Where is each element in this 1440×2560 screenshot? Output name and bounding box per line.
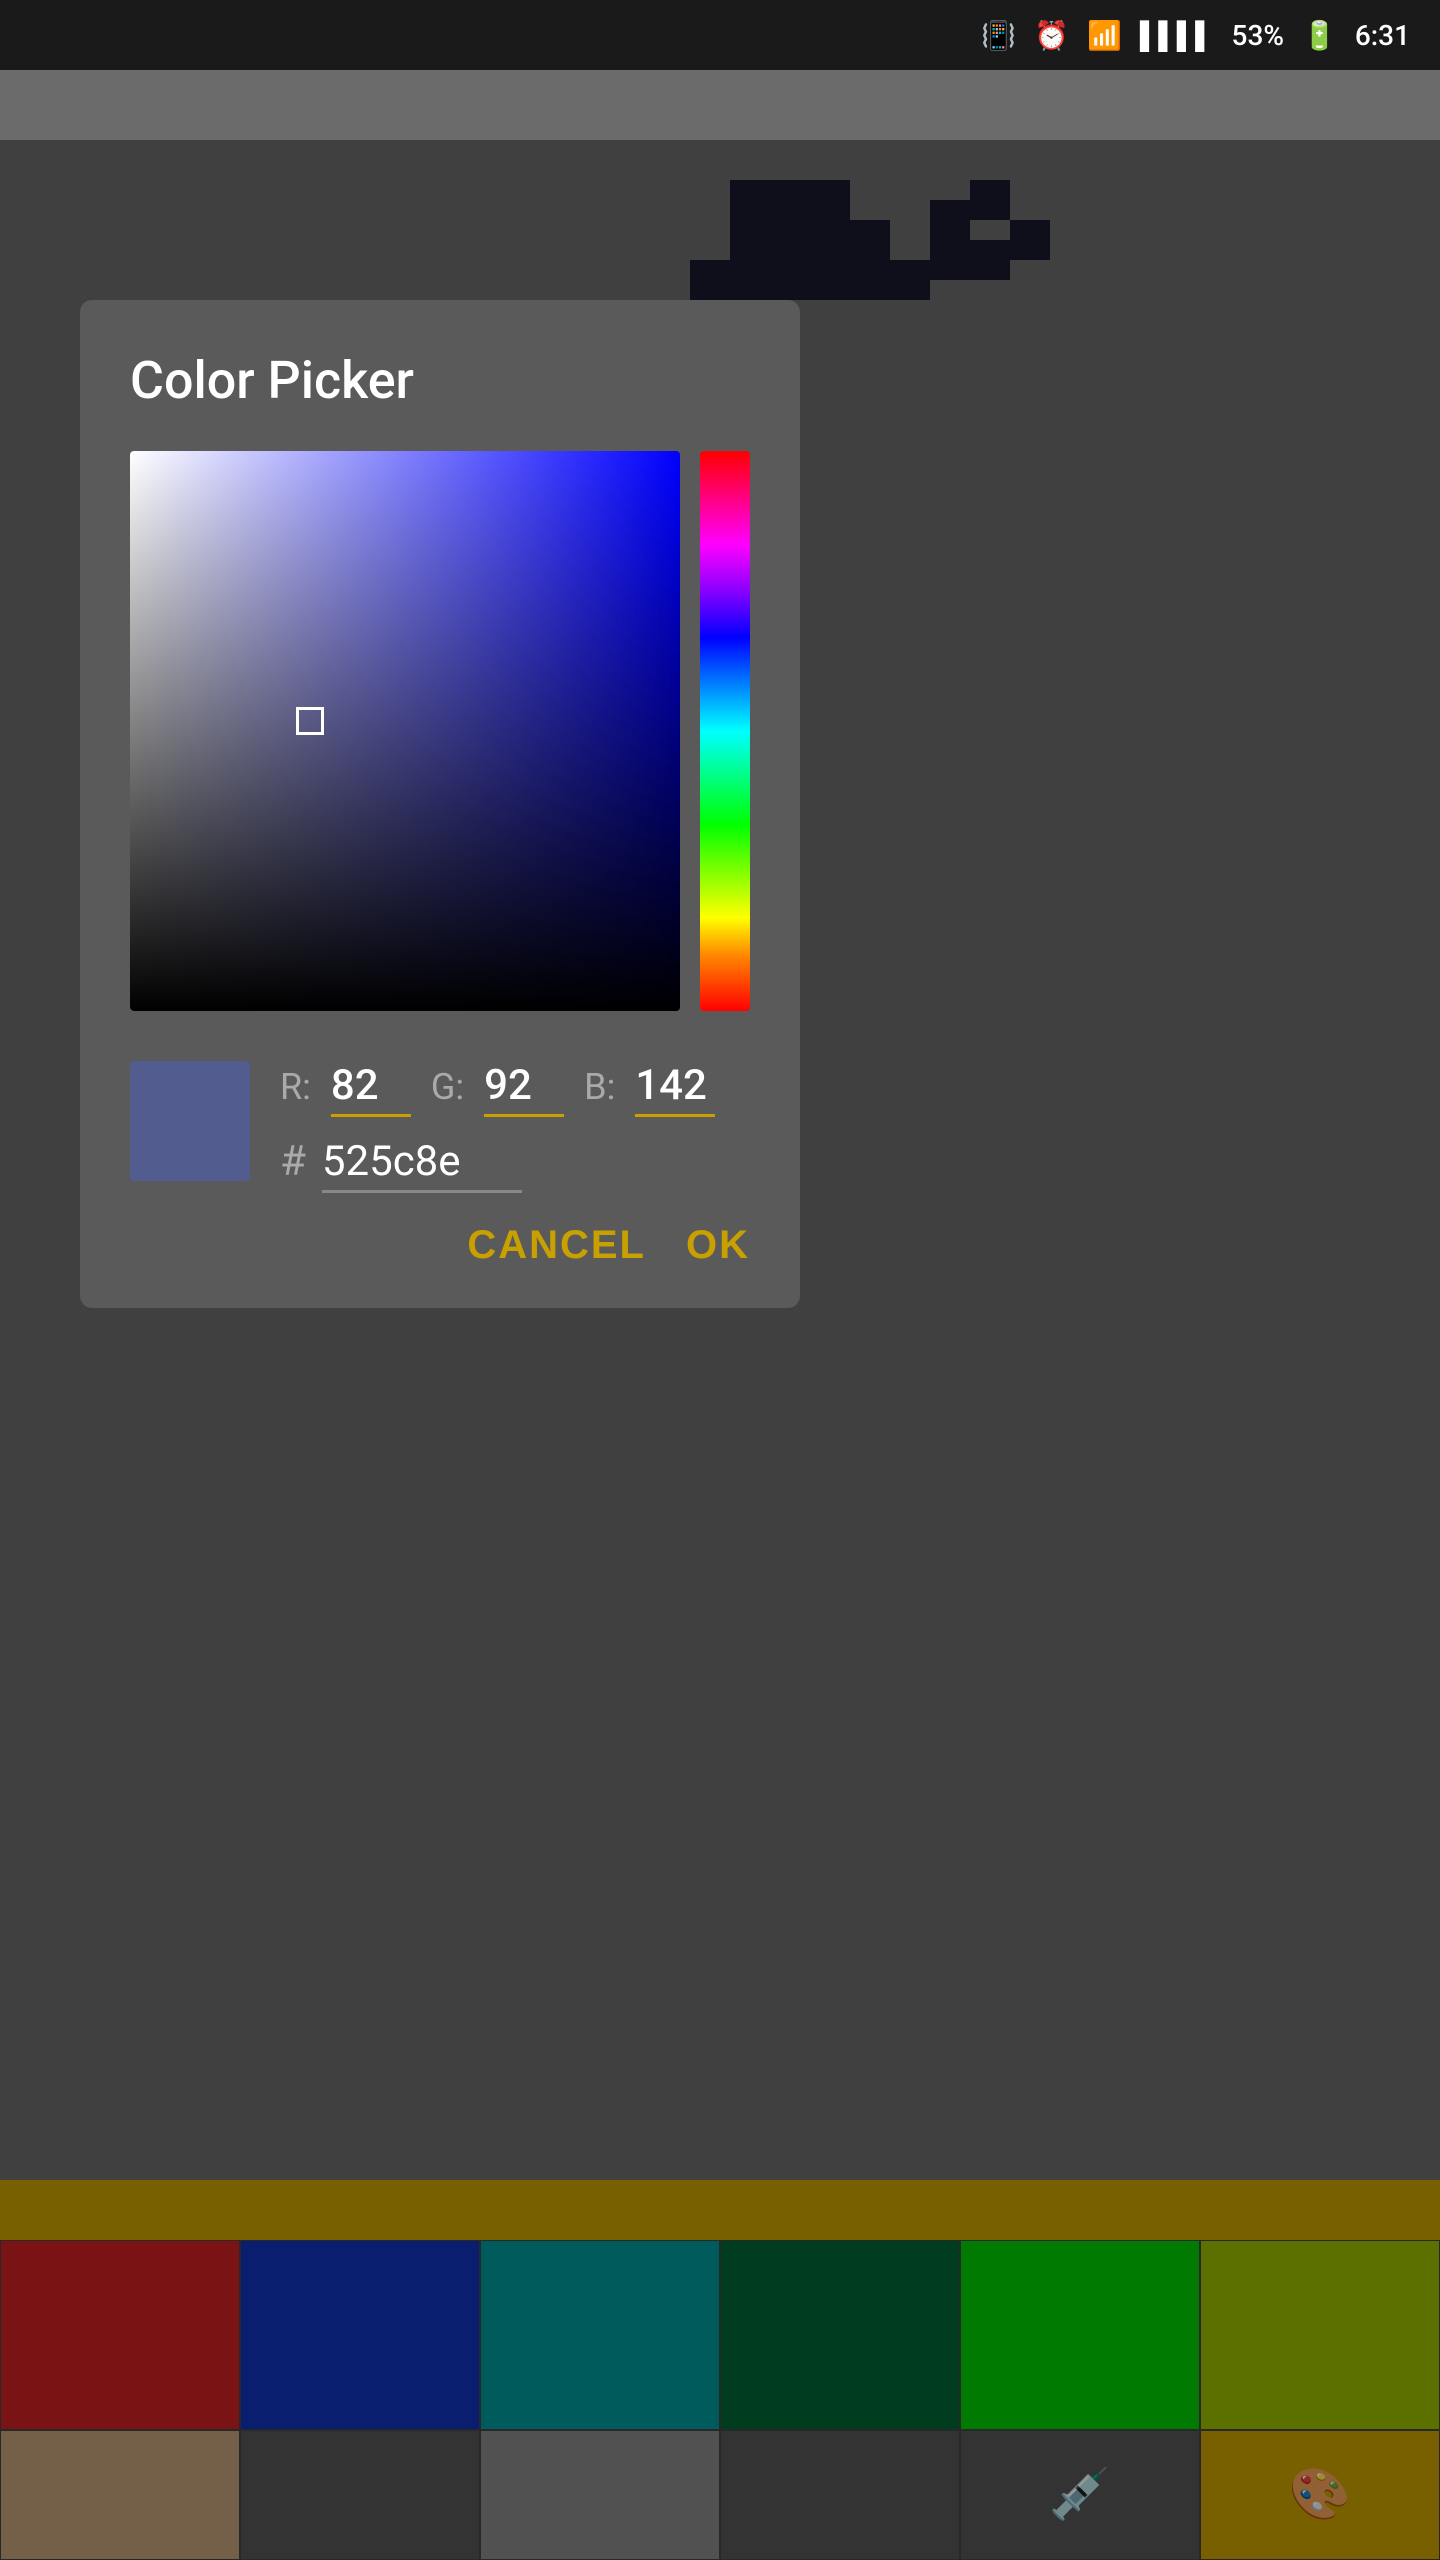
dialog-title: Color Picker [130,350,750,411]
hex-value[interactable]: 525c8e [322,1137,522,1193]
dialog-overlay: Color Picker R: 82 G: 92 [0,140,1440,2560]
status-bar: 📳 ⏰ 📶 ▌▌▌▌ 53% 🔋 6:31 [0,0,1440,70]
color-preview-swatch [130,1061,250,1181]
dialog-buttons: CANCEL OK [130,1223,750,1268]
picker-cursor [296,707,324,735]
ok-button[interactable]: OK [686,1223,750,1268]
battery-icon: 🔋 [1302,19,1337,52]
color-picker-area [130,451,750,1011]
cancel-button[interactable]: CANCEL [467,1223,646,1268]
alarm-icon: ⏰ [1034,19,1069,52]
canvas-background: 💉 🎨 Color Picker [0,70,1440,2560]
clock-time: 6:31 [1355,19,1410,52]
g-value[interactable]: 92 [484,1061,564,1117]
g-label: G: [431,1066,464,1108]
color-values-section: R: 82 G: 92 B: 142 # 525c8e [130,1061,750,1193]
color-inputs: R: 82 G: 92 B: 142 # 525c8e [280,1061,750,1193]
battery-percent: 53% [1232,19,1284,52]
vibrate-icon: 📳 [981,19,1016,52]
color-picker-dialog: Color Picker R: 82 G: 92 [80,300,800,1308]
rgb-row: R: 82 G: 92 B: 142 [280,1061,750,1117]
hue-slider[interactable] [700,451,750,1011]
color-gradient-picker[interactable] [130,451,680,1011]
r-label: R: [280,1066,311,1108]
signal-icon: ▌▌▌▌ [1140,20,1214,51]
b-label: B: [584,1066,615,1108]
b-value[interactable]: 142 [635,1061,715,1117]
wifi-icon: 📶 [1087,19,1122,52]
hex-row: # 525c8e [280,1137,750,1193]
hash-label: # [280,1137,306,1186]
r-value[interactable]: 82 [331,1061,411,1117]
